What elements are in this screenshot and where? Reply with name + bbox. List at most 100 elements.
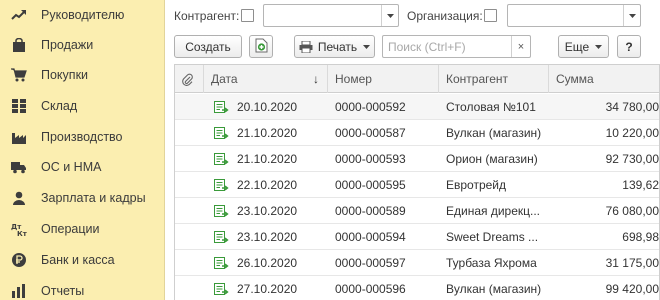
date-cell: 27.10.2020: [237, 282, 298, 296]
sidebar-item-label: Продажи: [41, 38, 94, 52]
sidebar-item-label: ОС и НМА: [41, 160, 102, 174]
trend-chart-icon: [11, 8, 27, 22]
amount-cell: 139,62: [622, 178, 659, 192]
counterparty-cell: Турбаза Яхрома: [446, 256, 537, 270]
sidebar-item-operations[interactable]: Дт Кт Операции: [0, 214, 165, 244]
table-row[interactable]: 27.10.2020 0000-000596 Вулкан (магазин) 99 …: [175, 276, 659, 300]
amount-cell: 31 175,00: [605, 256, 659, 270]
sidebar-item-label: Руководителю: [41, 8, 125, 22]
printer-icon: [299, 40, 313, 53]
date-cell: 20.10.2020: [237, 100, 298, 114]
report-chart-icon: [11, 284, 27, 298]
sidebar: Руководителю Продажи Покупки Склад Произ…: [0, 0, 165, 300]
attachment-column-header[interactable]: [175, 65, 203, 93]
posted-document-icon: [214, 257, 229, 270]
help-button[interactable]: ?: [617, 35, 641, 58]
number-cell: 0000-000594: [335, 230, 406, 244]
posted-document-icon: [214, 127, 229, 140]
print-button[interactable]: Печать: [294, 35, 375, 58]
amount-cell: 34 780,00: [605, 100, 659, 114]
dt-kt-icon: Дт Кт: [11, 222, 27, 236]
sidebar-item-label: Зарплата и кадры: [41, 191, 146, 205]
counterparty-cell: Вулкан (магазин): [446, 126, 542, 140]
svg-text:Кт: Кт: [17, 230, 27, 236]
column-header-number[interactable]: Номер: [327, 65, 438, 93]
number-cell: 0000-000597: [335, 256, 406, 270]
sidebar-item-fixed-assets[interactable]: ОС и НМА: [0, 152, 165, 182]
counterparty-select[interactable]: [263, 4, 399, 27]
sidebar-item-sales[interactable]: Продажи: [0, 30, 165, 60]
search-input[interactable]: [383, 36, 508, 57]
number-cell: 0000-000587: [335, 126, 406, 140]
chevron-down-icon[interactable]: [381, 5, 398, 26]
documents-table: Дата ↓ Номер Контрагент Сумма 20.10.2020…: [174, 64, 660, 300]
counterparty-cell: Столовая №101: [446, 100, 536, 114]
sidebar-item-payroll[interactable]: Зарплата и кадры: [0, 183, 165, 213]
more-button-label: Еще: [564, 39, 590, 54]
paperclip-icon: [182, 73, 193, 86]
date-cell: 23.10.2020: [237, 230, 298, 244]
column-header-label: Дата: [211, 72, 238, 86]
table-row[interactable]: 23.10.2020 0000-000594 Sweet Dreams ... 698…: [175, 224, 659, 250]
counterparty-cell: Вулкан (магазин): [446, 282, 542, 296]
create-button[interactable]: Создать: [174, 35, 242, 58]
date-cell: 22.10.2020: [237, 178, 298, 192]
sidebar-item-purchases[interactable]: Покупки: [0, 60, 165, 90]
sidebar-item-label: Отчеты: [41, 284, 85, 298]
sidebar-item-bank[interactable]: Банк и касса: [0, 245, 165, 275]
table-row[interactable]: 22.10.2020 0000-000595 Евротрейд 139,62: [175, 172, 659, 198]
chevron-down-icon: [363, 44, 371, 49]
column-header-date[interactable]: Дата ↓: [203, 65, 327, 93]
column-header-counterparty[interactable]: Контрагент: [438, 65, 548, 93]
table-row[interactable]: 20.10.2020 0000-000592 Столовая №101 34 780…: [175, 94, 659, 120]
create-copy-button[interactable]: [249, 35, 273, 58]
amount-cell: 698,98: [622, 230, 659, 244]
counterparty-cell: Евротрейд: [446, 178, 507, 192]
search-field[interactable]: ×: [382, 35, 531, 58]
column-header-amount[interactable]: Сумма: [548, 65, 659, 93]
table-row[interactable]: 26.10.2020 0000-000597 Турбаза Яхрома 31 17…: [175, 250, 659, 276]
number-cell: 0000-000589: [335, 204, 406, 218]
counterparty-filter-label: Контрагент:: [174, 9, 240, 23]
organization-select[interactable]: [507, 4, 641, 27]
number-cell: 0000-000596: [335, 282, 406, 296]
table-row[interactable]: 21.10.2020 0000-000587 Вулкан (магазин) 10 …: [175, 120, 659, 146]
more-button[interactable]: Еще: [558, 35, 609, 58]
counterparty-cell: Единая дирекц...: [446, 204, 541, 218]
posted-document-icon: [214, 101, 229, 114]
amount-cell: 10 220,00: [605, 126, 659, 140]
search-clear-button[interactable]: ×: [511, 36, 530, 57]
sidebar-item-label: Банк и касса: [41, 253, 115, 267]
sidebar-item-label: Склад: [41, 99, 78, 113]
counterparty-filter-checkbox[interactable]: [241, 9, 254, 22]
amount-cell: 99 420,00: [605, 282, 659, 296]
chevron-down-icon: [595, 44, 603, 49]
sidebar-item-warehouse[interactable]: Склад: [0, 91, 165, 121]
shopping-bag-icon: [11, 38, 27, 52]
sidebar-item-label: Производство: [41, 130, 123, 144]
sidebar-item-production[interactable]: Производство: [0, 122, 165, 152]
organization-filter-checkbox[interactable]: [484, 9, 497, 22]
main-panel: Контрагент: Организация: Создать Печать …: [166, 0, 660, 300]
table-row[interactable]: 21.10.2020 0000-000593 Орион (магазин) 92 7…: [175, 146, 659, 172]
sidebar-item-label: Покупки: [41, 68, 89, 82]
sidebar-item-label: Операции: [41, 222, 100, 236]
column-header-label: Контрагент: [446, 72, 509, 86]
counterparty-cell: Sweet Dreams ...: [446, 230, 539, 244]
sidebar-item-reports[interactable]: Отчеты: [0, 276, 165, 300]
date-cell: 21.10.2020: [237, 126, 298, 140]
date-cell: 21.10.2020: [237, 152, 298, 166]
chevron-down-icon[interactable]: [623, 5, 640, 26]
sidebar-item-manager[interactable]: Руководителю: [0, 0, 165, 30]
counterparty-cell: Орион (магазин): [446, 152, 538, 166]
warehouse-grid-icon: [11, 99, 27, 113]
posted-document-icon: [214, 283, 229, 296]
posted-document-icon: [214, 231, 229, 244]
sort-descending-icon: ↓: [313, 72, 319, 86]
table-row[interactable]: 23.10.2020 0000-000589 Единая дирекц... 76 …: [175, 198, 659, 224]
number-cell: 0000-000593: [335, 152, 406, 166]
number-cell: 0000-000592: [335, 100, 406, 114]
create-button-label: Создать: [185, 39, 231, 54]
date-cell: 23.10.2020: [237, 204, 298, 218]
posted-document-icon: [214, 205, 229, 218]
